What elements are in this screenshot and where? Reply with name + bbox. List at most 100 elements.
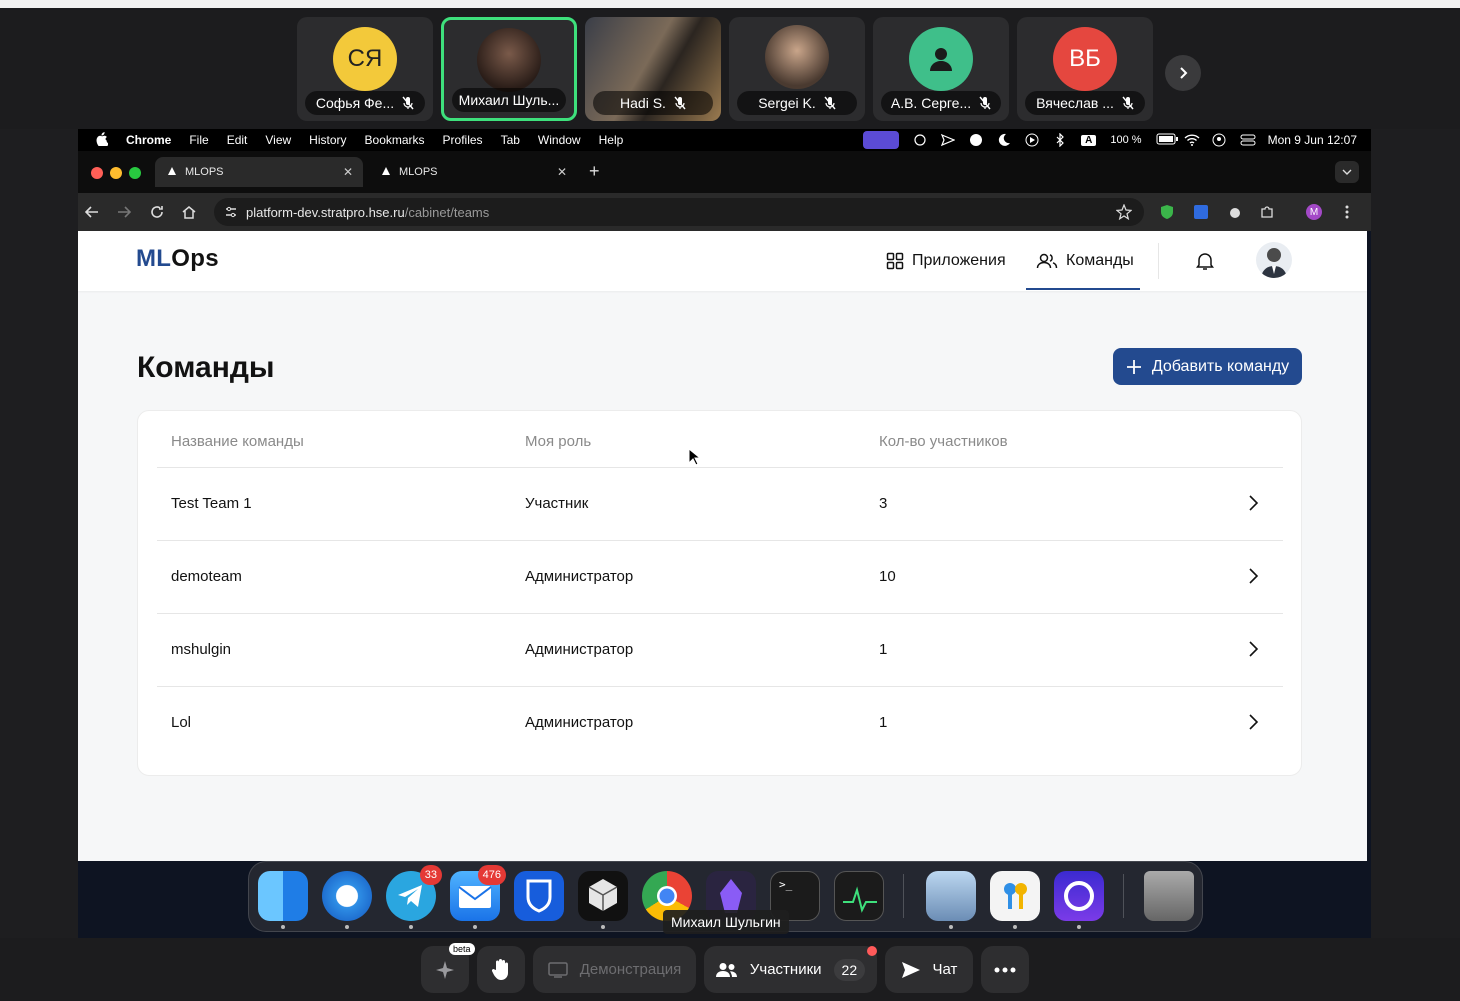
close-window-button[interactable]: [91, 167, 103, 179]
participant-tile[interactable]: ВБ Вячеслав ...: [1017, 17, 1153, 121]
header-divider: [1158, 243, 1159, 279]
battery-level: 100 %: [1110, 134, 1142, 146]
menu-history[interactable]: History: [309, 133, 346, 147]
table-row[interactable]: Test Team 1 Участник 3: [157, 467, 1283, 540]
menu-edit[interactable]: Edit: [227, 133, 248, 147]
nav-teams[interactable]: Команды: [1036, 249, 1134, 273]
cloud-extension-icon[interactable]: [1226, 203, 1244, 221]
browser-tab-active[interactable]: MLOPS ✕: [155, 157, 363, 187]
shield-extension-icon[interactable]: [1158, 203, 1176, 221]
control-center-icon[interactable]: [1240, 133, 1256, 147]
back-icon[interactable]: [83, 203, 101, 221]
mail-app-icon[interactable]: 476: [450, 865, 506, 921]
more-options-button[interactable]: [981, 946, 1029, 993]
table-row[interactable]: demoteam Администратор 10: [157, 540, 1283, 613]
table-row[interactable]: Lol Администратор 1: [157, 686, 1283, 759]
send-icon[interactable]: [941, 133, 956, 147]
beta-badge: beta: [449, 943, 475, 955]
menu-bookmarks[interactable]: Bookmarks: [365, 133, 425, 147]
next-participants-button[interactable]: [1165, 55, 1201, 91]
input-source-icon[interactable]: A: [1081, 134, 1097, 146]
profile-avatar[interactable]: M: [1306, 204, 1322, 220]
address-bar[interactable]: platform-dev.stratpro.hse.ru/cabinet/tea…: [214, 198, 1144, 226]
team-role: Участник: [525, 495, 589, 512]
screen-share-button[interactable]: Демонстрация: [533, 946, 696, 993]
participant-photo: [765, 25, 829, 89]
nav-applications[interactable]: Приложения: [886, 249, 1006, 273]
participant-tile[interactable]: СЯ Софья Фе...: [297, 17, 433, 121]
chevron-right-icon[interactable]: [1247, 713, 1259, 731]
close-tab-icon[interactable]: ✕: [557, 165, 567, 179]
tab-search-button[interactable]: [1335, 161, 1359, 183]
play-icon[interactable]: [1025, 133, 1039, 147]
notifications-bell-icon[interactable]: [1195, 251, 1215, 276]
participant-tile-speaking[interactable]: Михаил Шуль...: [441, 17, 577, 121]
table-row[interactable]: mshulgin Администратор 1: [157, 613, 1283, 686]
activity-monitor-app-icon[interactable]: [834, 871, 884, 921]
passwords-app-icon[interactable]: [990, 871, 1040, 921]
bitwarden-extension-icon[interactable]: [1192, 203, 1210, 221]
chat-button[interactable]: Чат: [885, 946, 973, 993]
chevron-right-icon[interactable]: [1247, 640, 1259, 658]
cloud-icon[interactable]: [969, 133, 983, 147]
trash-icon[interactable]: [1144, 871, 1194, 921]
safari-app-icon[interactable]: [322, 871, 372, 921]
shared-screen: Chrome File Edit View History Bookmarks …: [78, 129, 1371, 938]
close-tab-icon[interactable]: ✕: [343, 165, 353, 179]
screen-share-icon[interactable]: [863, 131, 900, 149]
url-path: /cabinet/teams: [404, 204, 490, 220]
clock[interactable]: Mon 9 Jun 12:07: [1268, 133, 1357, 147]
column-header-role[interactable]: Моя роль: [525, 433, 591, 450]
browser-tab[interactable]: MLOPS ✕: [369, 157, 577, 187]
bluetooth-icon[interactable]: [1053, 132, 1067, 148]
raise-hand-button[interactable]: [477, 946, 525, 993]
extensions-puzzle-icon[interactable]: [1258, 203, 1276, 221]
column-header-team-name[interactable]: Название команды: [171, 433, 304, 450]
maximize-window-button[interactable]: [129, 167, 141, 179]
shield-icon: [526, 879, 552, 913]
participants-button[interactable]: Участники 22: [704, 946, 877, 993]
wifi-icon[interactable]: [1184, 133, 1200, 147]
menu-window[interactable]: Window: [538, 133, 581, 147]
menu-app-name[interactable]: Chrome: [126, 133, 171, 147]
bitwarden-app-icon[interactable]: [514, 871, 564, 921]
active-nav-indicator: [1026, 288, 1140, 290]
top-edge: [0, 0, 1460, 8]
home-icon[interactable]: [180, 203, 198, 221]
preview-app-icon[interactable]: [926, 871, 976, 921]
reload-icon[interactable]: [148, 203, 166, 221]
chevron-right-icon[interactable]: [1247, 494, 1259, 512]
running-indicator: [281, 925, 285, 929]
site-info-icon[interactable]: [224, 205, 238, 222]
bookmark-star-icon[interactable]: [1115, 203, 1133, 223]
browser-tabbar: MLOPS ✕ MLOPS ✕ +: [78, 151, 1371, 193]
menu-view[interactable]: View: [265, 133, 291, 147]
menu-help[interactable]: Help: [599, 133, 624, 147]
menu-file[interactable]: File: [189, 133, 208, 147]
participant-tile[interactable]: Sergei K.: [729, 17, 865, 121]
finder-app-icon[interactable]: [258, 871, 308, 921]
orbit-app-icon[interactable]: [1054, 871, 1104, 921]
apple-icon[interactable]: [96, 131, 109, 149]
column-header-members[interactable]: Кол-во участников: [879, 433, 1008, 450]
team-role: Администратор: [525, 714, 634, 731]
chevron-right-icon[interactable]: [1247, 567, 1259, 585]
participant-tile[interactable]: А.В. Серге...: [873, 17, 1009, 121]
minimize-window-button[interactable]: [110, 167, 122, 179]
forward-icon[interactable]: [115, 203, 133, 221]
menu-tab[interactable]: Tab: [501, 133, 520, 147]
moon-icon[interactable]: [997, 133, 1011, 147]
participant-tile[interactable]: Hadi S.: [585, 17, 721, 121]
mlops-logo[interactable]: MLOps: [136, 245, 219, 273]
add-team-button[interactable]: Добавить команду: [1113, 348, 1302, 385]
more-menu-icon[interactable]: [1338, 203, 1356, 221]
person-icon: [930, 48, 952, 71]
user-switch-icon[interactable]: [1212, 133, 1226, 147]
battery-icon[interactable]: [1156, 133, 1178, 147]
telegram-app-icon[interactable]: 33: [386, 865, 442, 921]
cube-app-icon[interactable]: [578, 871, 628, 921]
user-avatar[interactable]: [1256, 242, 1292, 278]
menu-profiles[interactable]: Profiles: [443, 133, 483, 147]
system-icon[interactable]: [913, 133, 927, 147]
new-tab-icon[interactable]: +: [589, 161, 600, 182]
